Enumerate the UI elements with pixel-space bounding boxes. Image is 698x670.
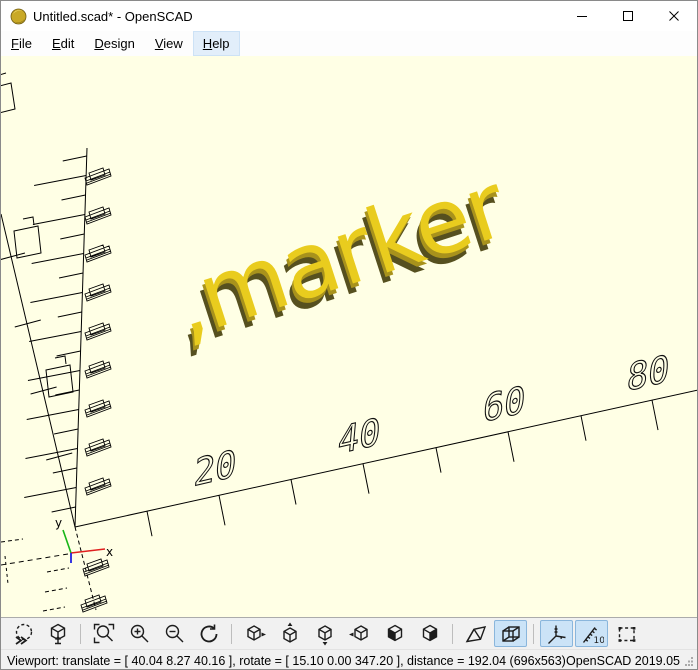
zoom-in-icon (127, 622, 151, 646)
maximize-button[interactable] (605, 1, 651, 31)
viewport-scene: 20 40 60 80 y x ,marker ,marker ,marker (1, 56, 697, 617)
view-back-icon (418, 622, 442, 646)
x-axis-indicator (71, 549, 105, 553)
x-axis-tick-labels: 20 40 60 80 (192, 347, 671, 496)
show-scale-markers-button[interactable]: 10 (575, 620, 608, 647)
perspective-button[interactable] (459, 620, 492, 647)
origin-y-label: y (55, 516, 62, 530)
menu-view[interactable]: View (145, 31, 193, 56)
y-axis-labels (1, 73, 73, 397)
3d-viewport[interactable]: 20 40 60 80 y x ,marker ,marker ,marker (1, 56, 697, 617)
menu-help[interactable]: Help (193, 31, 240, 56)
origin-indicator: y x (55, 516, 113, 563)
show-axes-icon (545, 622, 569, 646)
toolbar-separator (231, 624, 232, 644)
menubar: File Edit Design View Help (1, 31, 697, 56)
window-title: Untitled.scad* - OpenSCAD (33, 9, 193, 24)
scale-10-label: 10 (593, 636, 604, 646)
openscad-window: Untitled.scad* - OpenSCAD File Edit Desi… (0, 0, 698, 670)
x-label-80: 80 (625, 347, 671, 401)
perspective-icon (464, 622, 488, 646)
close-icon (668, 10, 680, 22)
toolbar-separator (452, 624, 453, 644)
view-front-button[interactable] (378, 620, 411, 647)
minimize-button[interactable] (559, 1, 605, 31)
zoom-out-button[interactable] (157, 620, 190, 647)
window-controls (559, 1, 697, 31)
orthogonal-icon (499, 622, 523, 646)
menu-design[interactable]: Design (84, 31, 144, 56)
marker-object: ,marker ,marker ,marker (153, 153, 522, 370)
view-left-icon (348, 622, 372, 646)
x-label-20: 20 (192, 442, 238, 496)
zoom-out-icon (162, 622, 186, 646)
menu-edit[interactable]: Edit (42, 31, 84, 56)
view-left-button[interactable] (343, 620, 376, 647)
reset-view-button[interactable] (192, 620, 225, 647)
close-button[interactable] (651, 1, 697, 31)
view-all-icon (46, 622, 70, 646)
view-all-button[interactable] (41, 620, 74, 647)
viewport-status-text: Viewport: translate = [ 40.04 8.27 40.16… (7, 654, 566, 668)
show-axes-button[interactable] (540, 620, 573, 647)
zoom-all-icon (92, 622, 116, 646)
minimize-icon (576, 10, 588, 22)
show-scale-markers-icon: 10 (580, 622, 604, 646)
orthogonal-button[interactable] (494, 620, 527, 647)
zoom-all-button[interactable] (87, 620, 120, 647)
origin-x-label: x (106, 545, 113, 559)
reset-view-icon (197, 622, 221, 646)
animate-icon (11, 622, 35, 646)
resize-grip[interactable] (684, 656, 694, 666)
maximize-icon (622, 10, 634, 22)
y-axis-indicator (63, 530, 71, 553)
view-back-button[interactable] (413, 620, 446, 647)
view-right-button[interactable] (238, 620, 271, 647)
negative-axis-ticks (43, 568, 69, 611)
menu-file[interactable]: File (1, 31, 42, 56)
y-axis (1, 214, 75, 527)
view-top-button[interactable] (273, 620, 306, 647)
x-label-40: 40 (336, 410, 382, 464)
openscad-logo-icon (10, 8, 27, 25)
animate-button[interactable] (6, 620, 39, 647)
view-right-icon (243, 622, 267, 646)
view-bottom-icon (313, 622, 337, 646)
show-edges-button[interactable] (610, 620, 643, 647)
view-front-icon (383, 622, 407, 646)
version-text: OpenSCAD 2019.05 (566, 654, 680, 668)
titlebar[interactable]: Untitled.scad* - OpenSCAD (1, 1, 697, 31)
marker-object-face: ,marker (159, 153, 518, 359)
view-bottom-button[interactable] (308, 620, 341, 647)
view-top-icon (278, 622, 302, 646)
show-edges-icon (615, 622, 639, 646)
toolbar-separator (80, 624, 81, 644)
statusbar: Viewport: translate = [ 40.04 8.27 40.16… (1, 649, 697, 670)
x-label-60: 60 (481, 378, 527, 432)
toolbar-separator (533, 624, 534, 644)
view-toolbar: 10 (1, 617, 697, 649)
zoom-in-button[interactable] (122, 620, 155, 647)
